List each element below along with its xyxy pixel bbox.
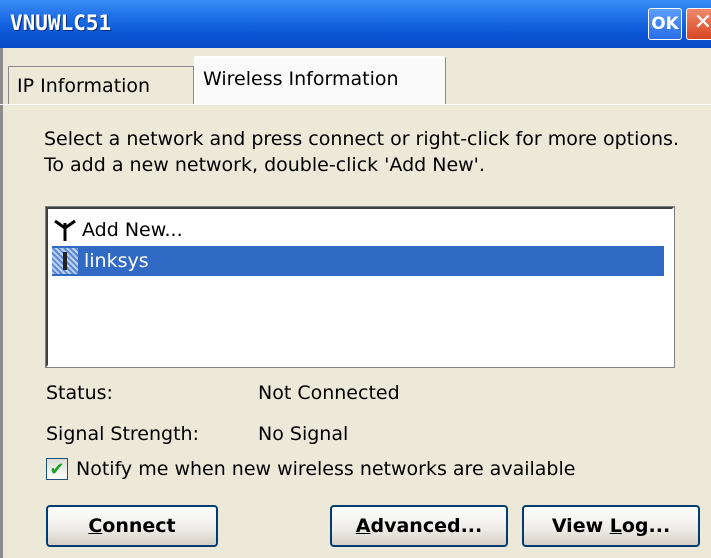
status-value: Not Connected [258,382,400,404]
tab-wireless-information[interactable]: Wireless Information [194,56,446,104]
close-button[interactable]: ✕ [686,8,711,40]
instructions-text: Select a network and press connect or ri… [44,128,679,176]
signal-icon [52,248,78,274]
connect-label: onnect [102,515,176,537]
list-item-linksys[interactable]: linksys [52,246,664,276]
notify-label: Notify me when new wireless networks are… [76,458,576,480]
advanced-button[interactable]: Advanced... [330,505,508,547]
status-label: Status: [46,382,113,404]
view-log-accel: L [609,515,622,537]
connect-accel: C [88,515,103,537]
view-log-label-pre: View [551,515,610,537]
list-item-label: linksys [84,250,149,272]
signal-strength-label: Signal Strength: [46,423,199,445]
window-title: VNUWLC51 [10,11,112,35]
advanced-accel: A [355,515,371,537]
title-bar: VNUWLC51 OK ✕ [0,0,711,48]
view-log-button[interactable]: View Log... [522,505,700,547]
notify-option[interactable]: ✔ Notify me when new wireless networks a… [46,458,575,480]
tab-panel-border [0,104,711,105]
signal-strength-value: No Signal [258,423,349,445]
network-list[interactable]: Add New... linksys [45,206,675,368]
antenna-icon [54,219,76,241]
list-item-add-new[interactable]: Add New... [52,215,183,245]
advanced-label: dvanced... [370,515,483,537]
tab-strip: IP Information Wireless Information [0,48,711,108]
ok-button[interactable]: OK [648,8,682,40]
notify-checkbox[interactable]: ✔ [46,458,68,480]
list-item-label: Add New... [82,219,183,241]
tab-ip-information[interactable]: IP Information [8,66,194,104]
view-log-label-rest: og... [621,515,671,537]
connect-button[interactable]: Connect [46,505,218,547]
